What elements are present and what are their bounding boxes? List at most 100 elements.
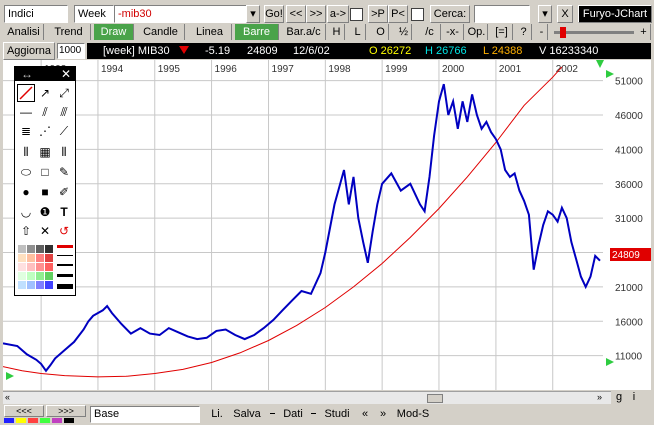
line-icon[interactable]	[17, 84, 35, 102]
tab-bar-ac[interactable]: Bar.a/c	[282, 24, 326, 40]
next-page-button[interactable]: »	[376, 406, 390, 423]
grid-icon[interactable]: ▦	[36, 143, 54, 161]
salva-button[interactable]: Salva	[229, 406, 265, 423]
color-swatch[interactable]	[27, 254, 35, 262]
color-swatch[interactable]	[18, 272, 26, 280]
info-icon[interactable]: ❶	[36, 203, 54, 221]
prev-button[interactable]: <<	[286, 5, 306, 23]
hline-icon[interactable]: —	[17, 103, 35, 121]
line-width-3[interactable]	[57, 264, 73, 266]
aggiorna-input[interactable]: 1000	[57, 43, 85, 59]
line-width-2[interactable]	[57, 255, 73, 256]
color-swatch[interactable]	[18, 254, 26, 262]
base-field[interactable]: Base	[90, 406, 200, 423]
line-width-5[interactable]	[57, 284, 73, 289]
tab-half[interactable]: ½	[396, 24, 412, 40]
line-width-1[interactable]	[57, 245, 73, 248]
color-swatch[interactable]	[45, 263, 53, 271]
parallel-icon[interactable]: ⫽	[36, 103, 54, 121]
color-swatches[interactable]	[18, 245, 56, 295]
channel-icon[interactable]: ⫻	[55, 103, 73, 121]
color-swatch[interactable]	[36, 281, 44, 289]
rect-icon[interactable]: □	[36, 163, 54, 181]
up-icon[interactable]: ⇧	[17, 222, 35, 240]
undo-icon[interactable]: ↺	[55, 222, 73, 240]
tab-plus[interactable]: +	[637, 24, 651, 40]
zoom-slider-thumb[interactable]	[560, 27, 566, 38]
color-swatch[interactable]	[45, 254, 53, 262]
arrow-ne-icon[interactable]: ↗	[36, 84, 54, 102]
color-swatch[interactable]	[36, 263, 44, 271]
move-icon[interactable]: ✕	[36, 222, 54, 240]
next-button[interactable]: >>	[306, 5, 326, 23]
tab-h[interactable]: H	[329, 24, 345, 40]
scroll-thumb[interactable]	[427, 394, 443, 403]
line-width-4[interactable]	[57, 274, 73, 277]
tab-analisi[interactable]: Analisi	[4, 24, 44, 40]
p-right-button[interactable]: >P	[368, 5, 388, 23]
color-swatch[interactable]	[36, 245, 44, 253]
go-button[interactable]: Go!	[264, 5, 284, 23]
color-swatch[interactable]	[18, 281, 26, 289]
color-swatch[interactable]	[27, 245, 35, 253]
color-swatch[interactable]	[36, 254, 44, 262]
horizontal-scrollbar[interactable]: « »	[3, 391, 611, 404]
tab-help[interactable]: ?	[516, 24, 532, 40]
double-arrow-icon[interactable]: ⤢	[55, 84, 73, 102]
text-icon[interactable]: T	[55, 203, 73, 221]
symbol-dropdown-button[interactable]: ▾	[246, 5, 260, 23]
color-swatch[interactable]	[36, 272, 44, 280]
tab-x[interactable]: -x-	[442, 24, 464, 40]
square-fill-icon[interactable]: ■	[36, 183, 54, 201]
price-chart[interactable]: 1993199419951996199719981999200020012002…	[3, 60, 651, 390]
tab-l[interactable]: L	[350, 24, 366, 40]
tab-minus[interactable]: -	[536, 24, 548, 40]
cerca-dropdown-button[interactable]: ▾	[538, 5, 552, 23]
tab-o[interactable]: O	[373, 24, 389, 40]
symbol-field[interactable]: -mib30	[114, 5, 260, 23]
color-swatch[interactable]	[27, 272, 35, 280]
color-swatch[interactable]	[27, 263, 35, 271]
ellipse-icon[interactable]: ⬭	[17, 163, 35, 181]
tab-c[interactable]: /c	[419, 24, 441, 40]
a-button[interactable]: a->	[327, 5, 349, 23]
tab-candle[interactable]: Candle	[137, 24, 185, 40]
scroll-right-icon[interactable]: »	[597, 393, 606, 402]
period-field[interactable]: Week	[74, 5, 114, 23]
p-left-button[interactable]: P<	[388, 5, 408, 23]
app-title-button[interactable]: Furyo-JChart	[578, 5, 652, 23]
scroll-left-icon[interactable]: «	[5, 393, 14, 402]
pen-icon[interactable]: ✎	[55, 163, 73, 181]
vlines-icon[interactable]: ⦀	[17, 143, 35, 161]
close-button[interactable]: X	[557, 5, 573, 23]
tab-barre[interactable]: Barre	[235, 24, 279, 40]
color-swatch[interactable]	[45, 272, 53, 280]
indici-field[interactable]: Indici	[4, 5, 68, 23]
checkbox-p[interactable]	[411, 8, 424, 21]
fib-fan-icon[interactable]: ⟋	[55, 122, 73, 140]
color-swatch[interactable]	[45, 245, 53, 253]
color-swatch[interactable]	[18, 263, 26, 271]
circle-fill-icon[interactable]: ●	[17, 183, 35, 201]
color-swatch[interactable]	[18, 245, 26, 253]
close-icon[interactable]: ✕	[61, 67, 71, 81]
nav-first-button[interactable]: <<<	[4, 405, 44, 417]
fan-icon[interactable]: ⋰	[36, 122, 54, 140]
tab-trend[interactable]: Trend	[47, 24, 91, 40]
prev-page-button[interactable]: «	[358, 406, 372, 423]
aggiorna-button[interactable]: Aggiorna	[3, 42, 55, 60]
arc-icon[interactable]: ◡	[17, 203, 35, 221]
checkbox-a[interactable]	[350, 8, 363, 21]
color-swatch[interactable]	[27, 281, 35, 289]
tab-op[interactable]: Op.	[466, 24, 488, 40]
dati-button[interactable]: Dati	[280, 406, 306, 423]
mods-button[interactable]: Mod-S	[395, 406, 431, 423]
pencil-icon[interactable]: ✐	[55, 183, 73, 201]
studi-button[interactable]: Studi	[321, 406, 353, 423]
li-button[interactable]: Li.	[207, 406, 227, 423]
tab-draw[interactable]: Draw	[94, 24, 134, 40]
cerca-input[interactable]	[474, 5, 530, 23]
lines-icon[interactable]: ≣	[17, 122, 35, 140]
arrows-icon[interactable]: ↔	[21, 67, 33, 81]
zoom-slider[interactable]	[554, 27, 634, 38]
